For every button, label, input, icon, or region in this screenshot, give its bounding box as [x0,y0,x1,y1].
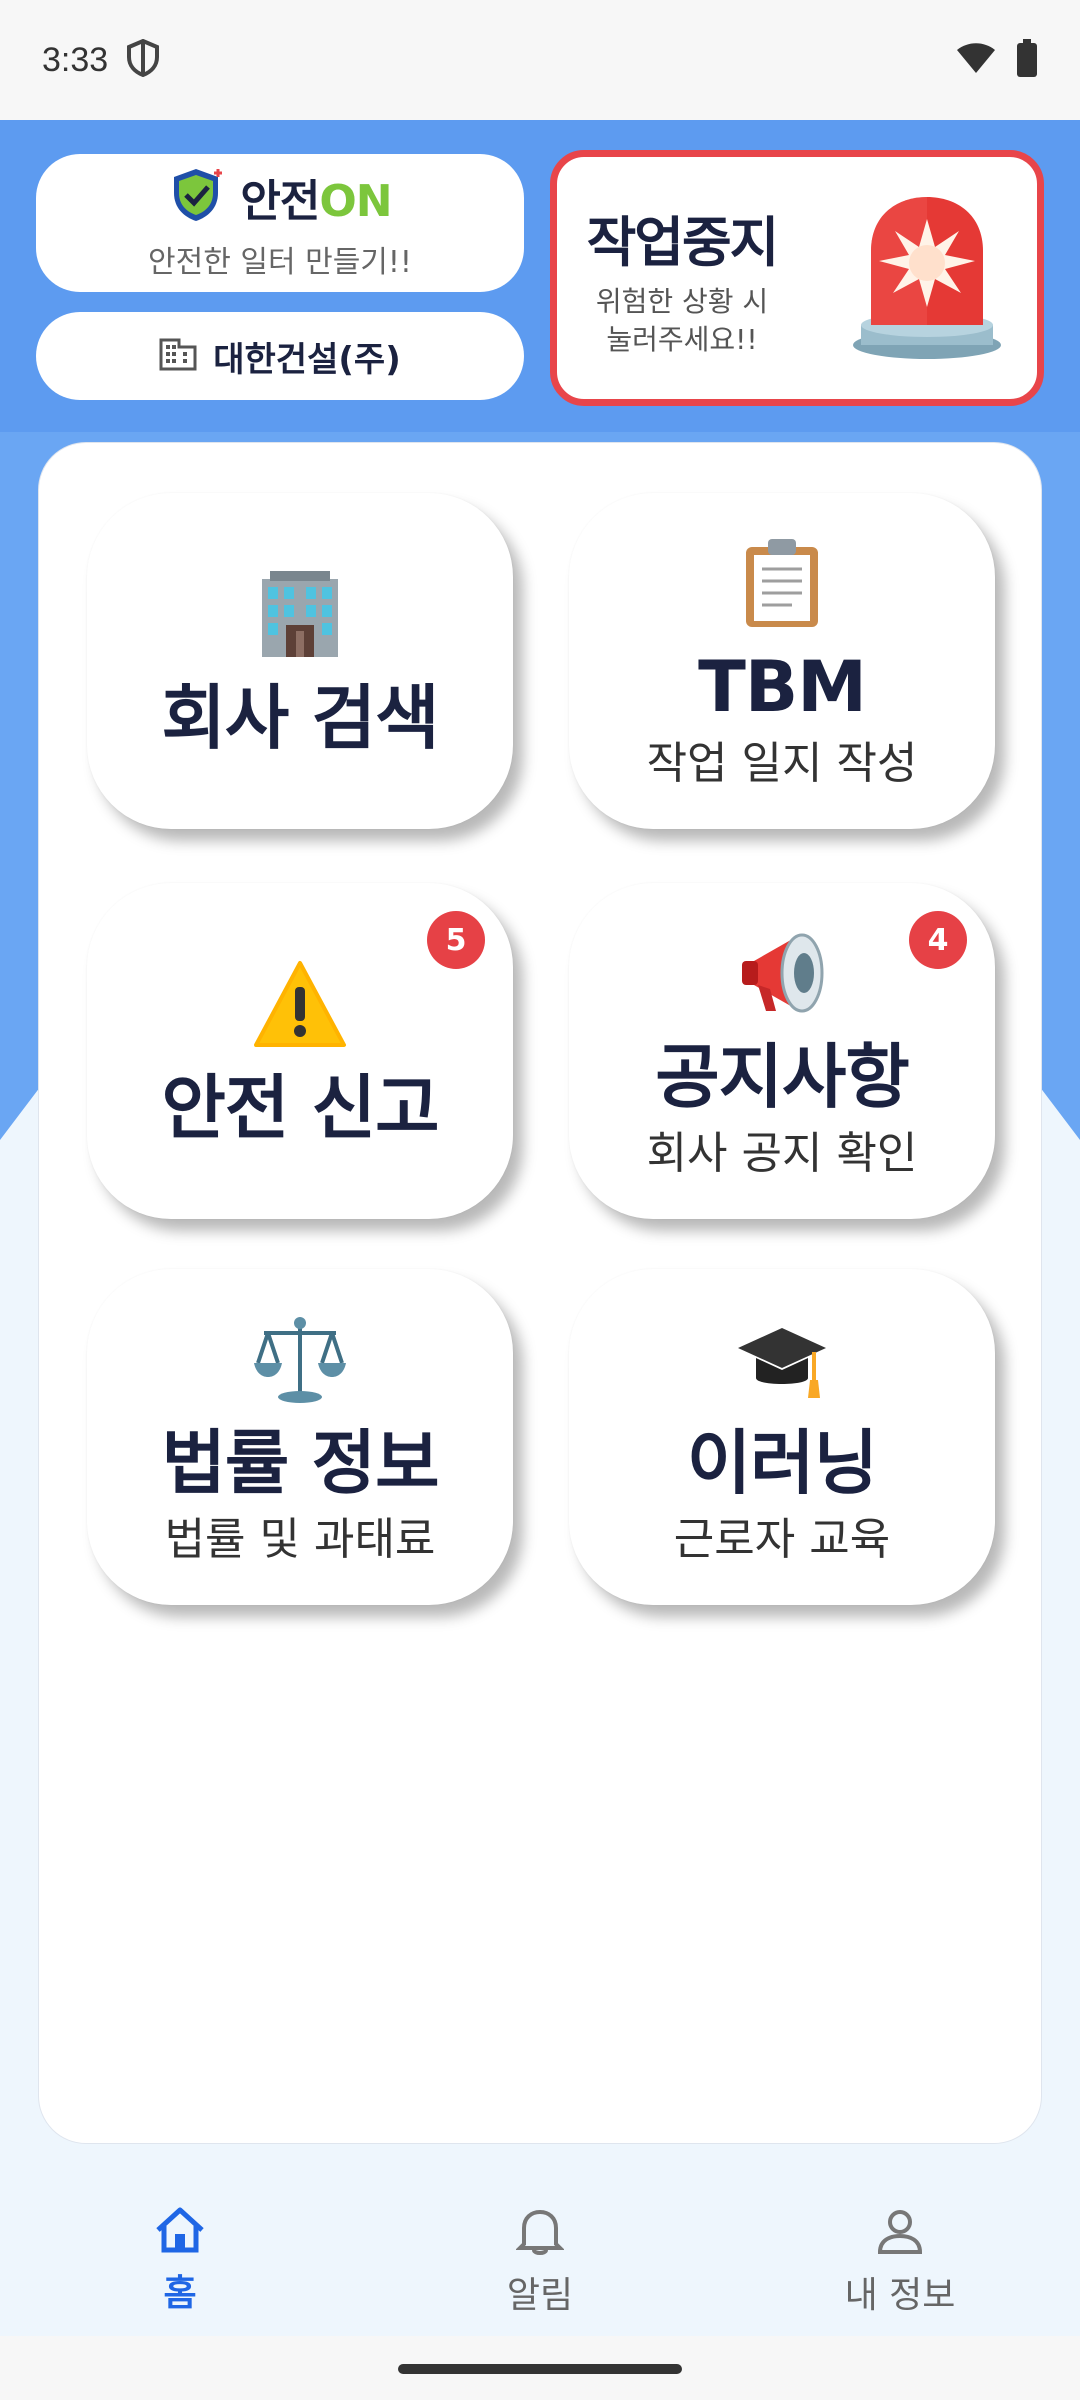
graduation-cap-icon [734,1309,830,1409]
status-time: 3:33 [42,40,109,79]
warning-icon [252,954,348,1054]
app-screen: 안전ON 안전한 일터 만들기!! 대한건설(주) 작업중지 위험한 상황 시눌… [0,120,1080,2336]
tile-subtitle: 근로자 교육 [673,1514,891,1565]
company-selector[interactable]: 대한건설(주) [36,312,524,400]
stop-work-button[interactable]: 작업중지 위험한 상황 시 눌러주세요!! [550,150,1044,406]
stop-work-subtitle: 위험한 상황 시 눌러주세요!! [595,284,769,356]
legal-info-tile[interactable]: 법률 정보 법률 및 과태료 [87,1269,513,1605]
scales-icon [252,1309,348,1409]
elearning-tile[interactable]: 이러닝 근로자 교육 [569,1269,995,1605]
clipboard-icon [742,533,822,633]
status-bar: 3:33 [0,0,1080,120]
app-logo-subtitle: 안전한 일터 만들기!! [148,245,412,280]
bell-icon [515,2206,565,2260]
siren-icon [847,191,1007,367]
building-icon [159,337,197,375]
gesture-area [0,2336,1080,2400]
tile-subtitle: 법률 및 과태료 [164,1514,436,1565]
notification-badge: 4 [909,911,967,969]
megaphone-icon [734,923,830,1023]
company-search-tile[interactable]: 회사 검색 [87,493,513,829]
bottom-navigation: 홈 알림 내 정보 [0,2160,1080,2336]
office-building-icon [252,564,348,664]
nav-label: 내 정보 [844,2275,956,2316]
nav-notifications[interactable]: 알림 [360,2160,720,2336]
company-name: 대한건설(주) [213,339,401,380]
person-icon [876,2206,924,2260]
tile-title: 공지사항 [655,1036,910,1118]
tile-subtitle: 작업 일지 작성 [646,738,918,789]
nav-label: 홈 [163,2273,197,2314]
nav-home[interactable]: 홈 [0,2160,360,2336]
wifi-icon [956,41,996,79]
shield-status-icon [126,38,160,81]
tile-title: TBM [698,646,867,728]
shield-check-logo-icon [168,165,228,229]
nav-label: 알림 [506,2275,574,2316]
tbm-tile[interactable]: TBM 작업 일지 작성 [569,493,995,829]
gesture-handle[interactable] [398,2364,682,2374]
app-logo-title: 안전ON [240,176,392,227]
notification-badge: 5 [427,911,485,969]
notice-tile[interactable]: 4 공지사항 회사 공지 확인 [569,883,995,1219]
tile-title: 법률 정보 [161,1422,440,1504]
tile-title: 회사 검색 [161,677,440,759]
home-icon [154,2206,206,2258]
tile-title: 안전 신고 [161,1067,440,1149]
menu-panel: 회사 검색 TBM 작업 일지 작성 5 안전 신고 4 공지사항 회사 공지 … [38,442,1042,2144]
battery-icon [1016,39,1038,81]
nav-my-info[interactable]: 내 정보 [720,2160,1080,2336]
safety-report-tile[interactable]: 5 안전 신고 [87,883,513,1219]
tile-title: 이러닝 [686,1422,878,1504]
app-logo-card: 안전ON 안전한 일터 만들기!! [36,154,524,292]
stop-work-title: 작업중지 [586,210,780,274]
tile-subtitle: 회사 공지 확인 [646,1128,918,1179]
